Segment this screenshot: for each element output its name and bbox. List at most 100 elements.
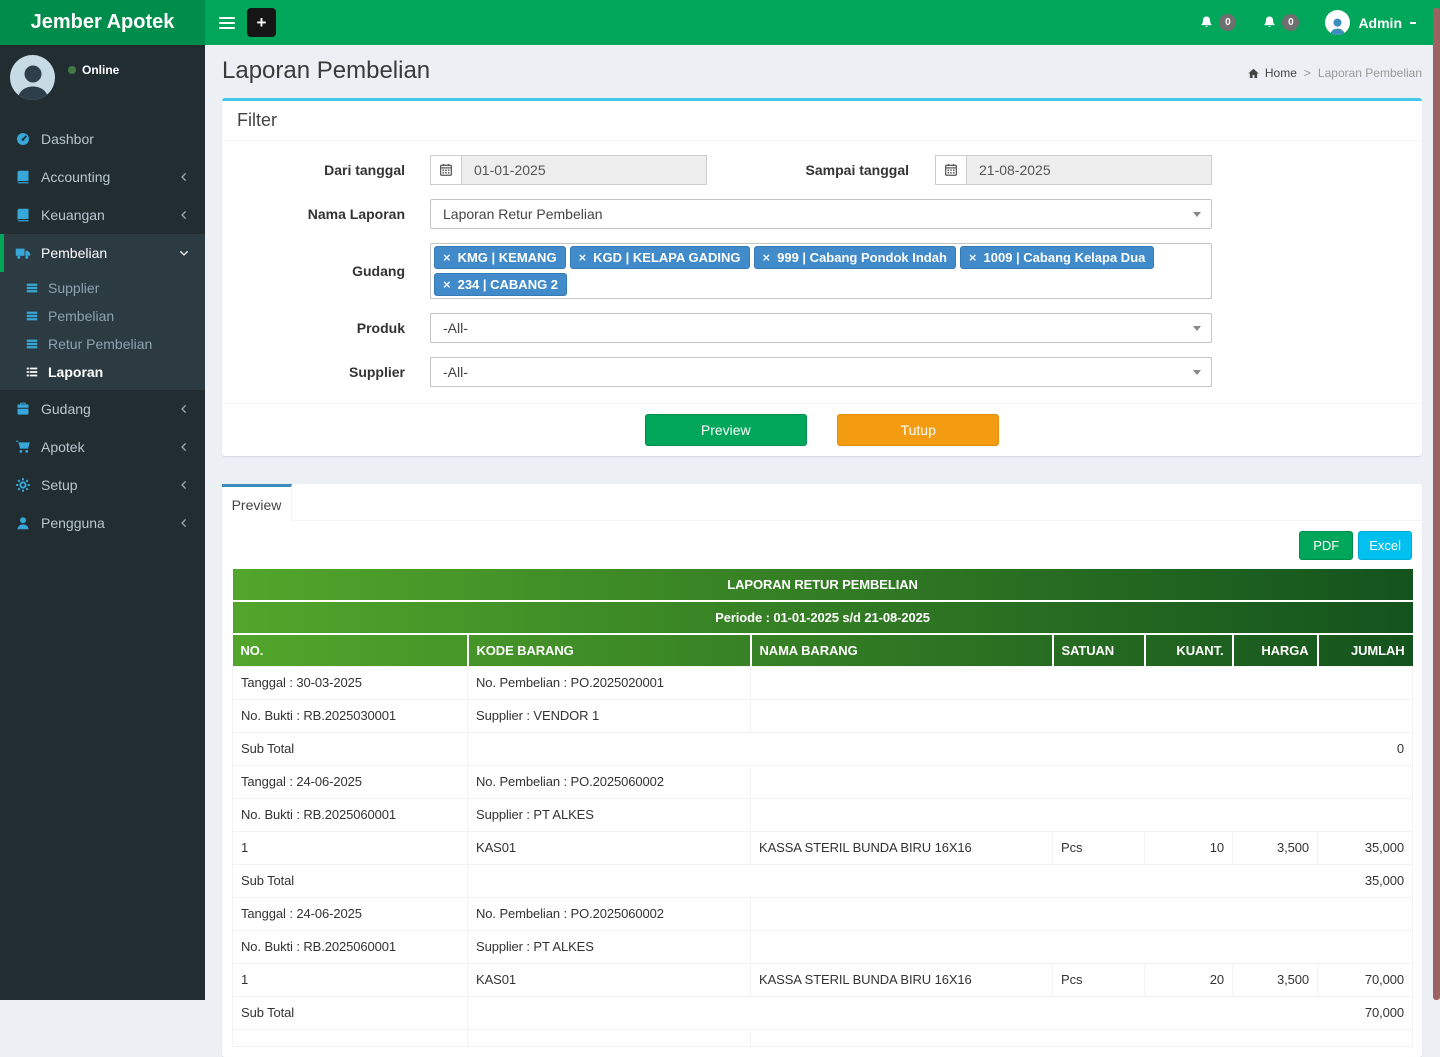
table-cell: Supplier : PT ALKES [467, 798, 751, 832]
table-row: No. Bukti : RB.2025060001 Supplier : PT A… [232, 798, 1414, 832]
remove-tag-icon[interactable]: × [443, 250, 451, 265]
sidebar-item-pembelian[interactable]: Pembelian [0, 234, 205, 272]
navbar-main: + 0 0 Admin [205, 0, 1440, 45]
produk-label: Produk [356, 320, 405, 336]
brand-logo[interactable]: Jember Apotek [0, 0, 205, 45]
sidebar-item-keuangan[interactable]: Keuangan [0, 196, 205, 234]
gudang-tag[interactable]: × KMG | KEMANG [434, 246, 566, 269]
pdf-button[interactable]: PDF [1299, 531, 1354, 560]
sidebar-subitem-laporan[interactable]: Laporan [0, 358, 205, 386]
sidebar-item-accounting[interactable]: Accounting [0, 158, 205, 196]
scrollbar[interactable] [1433, 8, 1440, 1000]
sidebar-item-setup[interactable]: Setup [0, 466, 205, 504]
sidebar-item-label: Gudang [41, 401, 91, 417]
dari-calendar-addon[interactable] [430, 155, 461, 185]
nama-laporan-value: Laporan Retur Pembelian [443, 206, 603, 222]
sidebar-subitem-label: Supplier [48, 280, 100, 296]
remove-tag-icon[interactable]: × [579, 250, 587, 265]
sidebar-item-gudang[interactable]: Gudang [0, 390, 205, 428]
gudang-tag[interactable]: × 1009 | Cabang Kelapa Dua [959, 246, 1155, 269]
online-dot-icon [68, 66, 76, 74]
chevron-down-icon [178, 247, 190, 259]
sidebar-item-dashbor[interactable]: Dashbor [0, 120, 205, 158]
user-menu-button[interactable]: Admin [1325, 10, 1416, 35]
table-cell: KAS01 [467, 963, 751, 997]
chevron-left-icon [178, 171, 190, 183]
user-icon [15, 515, 31, 531]
table-icon [25, 281, 39, 295]
sidebar-subitem-label: Laporan [48, 364, 104, 380]
report-periode: Periode : 01-01-2025 s/d 21-08-2025 [232, 601, 1413, 635]
sidebar-item-pengguna[interactable]: Pengguna [0, 504, 205, 542]
sidebar-toggle-button[interactable] [205, 0, 247, 45]
table-cell: Tanggal : 30-03-2025 [232, 666, 468, 700]
report-table: LAPORAN RETUR PEMBELIAN Periode : 01-01-… [232, 569, 1414, 1047]
sidebar-item-apotek[interactable]: Apotek [0, 428, 205, 466]
sidebar-item-label: Pengguna [41, 515, 105, 531]
hamburger-icon [219, 16, 235, 29]
sampai-tanggal-input[interactable] [966, 155, 1212, 185]
supplier-select[interactable]: -All- [430, 357, 1212, 387]
preview-button[interactable]: Preview [644, 414, 807, 446]
table-row: No. Bukti : RB.2025030001 Supplier : VEND… [232, 699, 1414, 733]
report-column-header: KUANT. [1144, 634, 1234, 667]
sidebar-subitem-label: Retur Pembelian [48, 336, 153, 352]
table-cell [749, 1029, 1414, 1047]
alerts-button[interactable]: 0 [1262, 14, 1300, 31]
sidebar-user-panel: Online [0, 45, 205, 106]
produk-select[interactable]: -All- [430, 313, 1212, 343]
gudang-tag-label: KGD | KELAPA GADING [593, 250, 741, 265]
excel-button[interactable]: Excel [1358, 531, 1412, 560]
gudang-tag[interactable]: × KGD | KELAPA GADING [569, 246, 750, 269]
gudang-tag-label: 1009 | Cabang Kelapa Dua [983, 250, 1146, 265]
table-cell [749, 897, 1414, 931]
table-row: Tanggal : 30-03-2025 No. Pembelian : PO.2… [232, 666, 1414, 700]
book-icon [15, 169, 31, 185]
caret-down-icon [1410, 21, 1416, 24]
table-cell: No. Pembelian : PO.2025020001 [467, 666, 751, 700]
gudang-tag[interactable]: × 999 | Cabang Pondok Indah [753, 246, 956, 269]
table-cell [467, 1029, 751, 1047]
remove-tag-icon[interactable]: × [443, 277, 451, 292]
table-row: Tanggal : 24-06-2025 No. Pembelian : PO.2… [232, 765, 1414, 799]
gudang-multiselect[interactable]: × KMG | KEMANG × KGD | KELAPA GADING × 999 | … [430, 243, 1212, 299]
table-cell: Sub Total [232, 996, 468, 1030]
chevron-left-icon [178, 479, 190, 491]
produk-value: -All- [443, 320, 468, 336]
notifications-button[interactable]: 0 [1199, 14, 1237, 31]
sidebar-item-label: Apotek [41, 439, 85, 455]
chevron-left-icon [178, 441, 190, 453]
sidebar-subitem-retur-pembelian[interactable]: Retur Pembelian [0, 330, 205, 358]
breadcrumb-home-link[interactable]: Home [1247, 66, 1297, 80]
sidebar-item-label: Dashbor [41, 131, 94, 147]
report-column-header: NO. [232, 634, 469, 667]
table-row: Sub Total 0 [232, 732, 1414, 766]
table-cell: Supplier : VENDOR 1 [467, 699, 751, 733]
remove-tag-icon[interactable]: × [969, 250, 977, 265]
remove-tag-icon[interactable]: × [763, 250, 771, 265]
tab-preview[interactable]: Preview [222, 484, 292, 522]
sampai-calendar-addon[interactable] [935, 155, 966, 185]
supplier-label: Supplier [348, 364, 405, 380]
table-cell: 1 [232, 831, 468, 865]
dashboard-icon [15, 131, 31, 147]
table-icon [25, 337, 39, 351]
sidebar-item-label: Pembelian [41, 245, 108, 261]
sidebar-subitem-pembelian[interactable]: Pembelian [0, 302, 205, 330]
bell-icon [1262, 15, 1277, 30]
table-cell: 20 [1144, 963, 1233, 997]
alert-badge: 0 [1282, 14, 1300, 31]
quick-add-button[interactable]: + [247, 8, 276, 37]
tutup-button[interactable]: Tutup [837, 414, 1000, 446]
gudang-tag-label: 999 | Cabang Pondok Indah [777, 250, 947, 265]
preview-panel: Preview PDF Excel LAPORAN RETUR PEMBELIA… [222, 484, 1422, 1057]
gudang-tag[interactable]: × 234 | CABANG 2 [434, 273, 568, 296]
sidebar-subitem-supplier[interactable]: Supplier [0, 274, 205, 302]
nama-laporan-select[interactable]: Laporan Retur Pembelian [430, 199, 1212, 229]
table-cell: 1 [232, 963, 468, 997]
select-arrow-icon [1193, 212, 1201, 217]
dari-tanggal-input[interactable] [461, 155, 707, 185]
table-cell: Pcs [1052, 831, 1145, 865]
table-row: No. Bukti : RB.2025060001 Supplier : PT A… [232, 930, 1414, 964]
sidebar-item-label: Setup [41, 477, 78, 493]
